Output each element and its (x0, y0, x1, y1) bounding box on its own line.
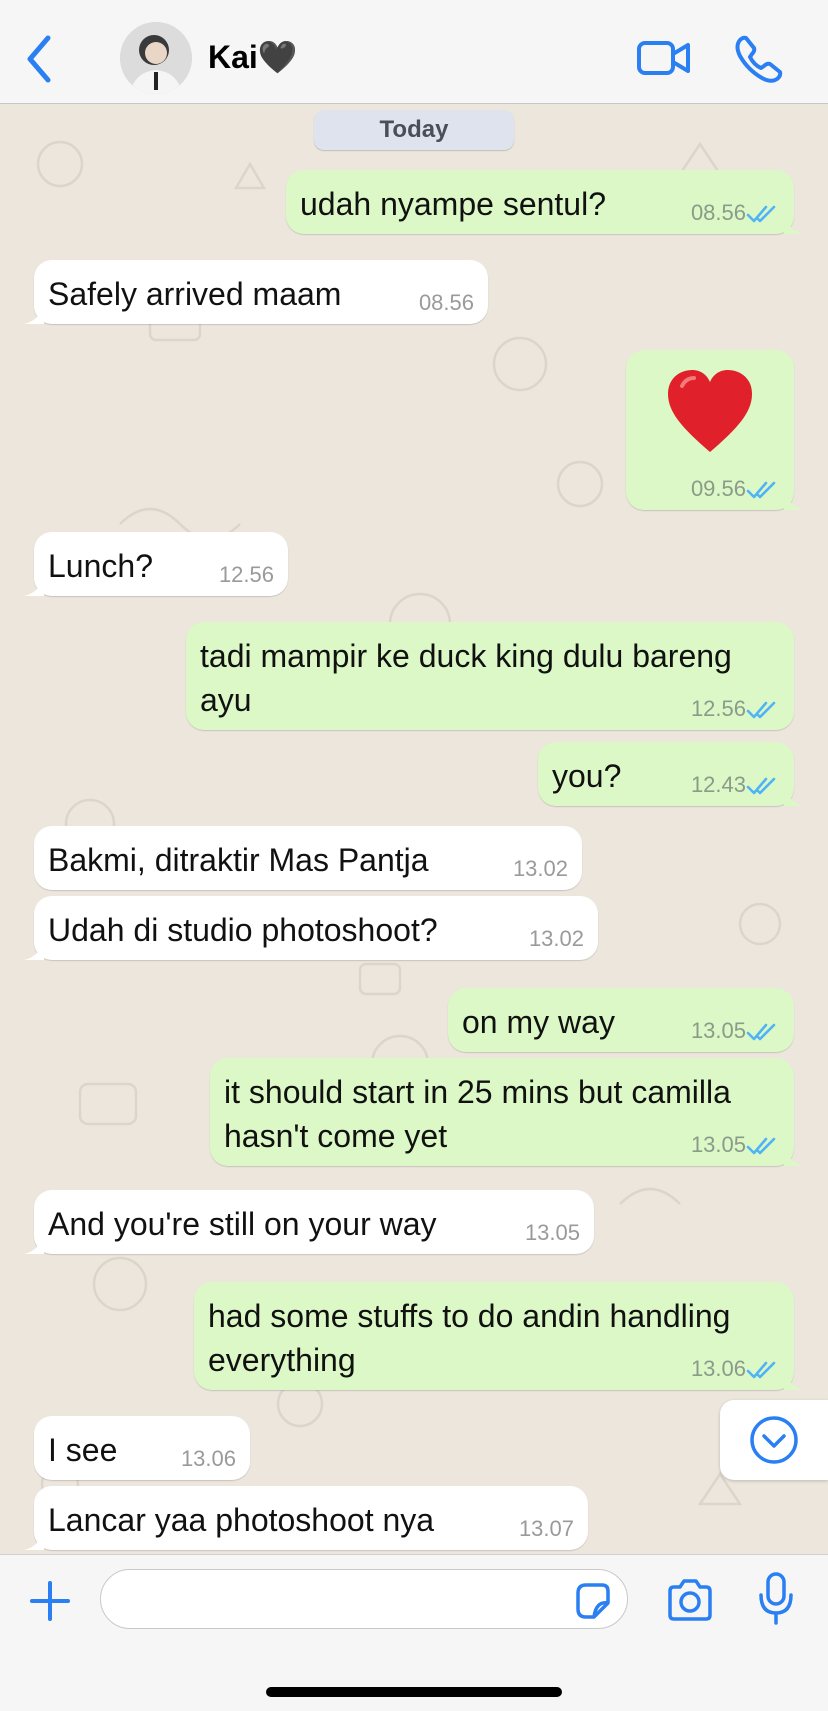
message-time: 13.05 (524, 1220, 580, 1245)
message-text: I see (48, 1432, 118, 1468)
message-bubble-incoming[interactable]: Lunch? 12.56 (24, 532, 288, 596)
message-text: you? (552, 758, 622, 794)
message-time: 12.56 (690, 696, 746, 721)
message-bubble-incoming[interactable]: Safely arrived maam 08.56 (24, 260, 488, 324)
message-input[interactable] (100, 1569, 628, 1629)
message-time: 13.02 (512, 856, 568, 881)
chat-area[interactable]: Today udah nyampe sentul? 08.56 Safely a… (0, 104, 828, 1554)
message-bubble-outgoing[interactable]: 09.56 (626, 350, 804, 510)
message-bubble-outgoing[interactable]: tadi mampir ke duck king dulu bareng ayu… (186, 622, 794, 730)
date-separator: Today (314, 110, 514, 150)
message-bubble-incoming[interactable]: Udah di studio photoshoot? 13.02 (24, 896, 598, 960)
message-text: tadi mampir ke duck king dulu bareng ayu (200, 638, 732, 718)
home-indicator (266, 1687, 562, 1697)
message-time: 12.43 (690, 772, 746, 797)
avatar[interactable] (120, 22, 192, 94)
message-text: Safely arrived maam (48, 276, 342, 312)
message-time: 13.06 (690, 1356, 746, 1381)
message-text: on my way (462, 1004, 615, 1040)
chevron-down-circle-icon (750, 1416, 798, 1464)
message-text: udah nyampe sentul? (300, 186, 606, 222)
message-bubble-incoming[interactable]: I see 13.06 (34, 1416, 250, 1480)
message-time: 13.06 (180, 1446, 236, 1471)
message-bubble-outgoing[interactable]: you? 12.43 (538, 742, 804, 806)
message-bubble-incoming[interactable]: Bakmi, ditraktir Mas Pantja 13.02 (34, 826, 582, 890)
camera-button[interactable] (664, 1577, 716, 1625)
scroll-to-bottom-button[interactable] (720, 1400, 828, 1480)
composer-bar (0, 1554, 828, 1711)
message-time: 08.56 (690, 200, 746, 225)
video-camera-icon (637, 41, 690, 75)
message-time: 08.56 (418, 290, 474, 315)
double-check-icon (746, 205, 776, 223)
message-text: it should start in 25 mins but camilla h… (224, 1074, 731, 1154)
message-text: had some stuffs to do andin handling eve… (208, 1298, 731, 1378)
sticker-icon (576, 1583, 610, 1619)
double-check-icon (746, 481, 776, 499)
chevron-left-icon (27, 35, 51, 83)
contact-name[interactable]: Kai🖤 (208, 38, 298, 76)
video-call-button[interactable] (636, 36, 692, 80)
message-bubble-outgoing[interactable]: had some stuffs to do andin handling eve… (194, 1282, 804, 1390)
message-time: 12.56 (218, 562, 274, 587)
back-button[interactable] (20, 34, 60, 84)
phone-icon (735, 35, 783, 83)
message-bubble-outgoing[interactable]: on my way 13.05 (448, 988, 794, 1052)
double-check-icon (746, 1137, 776, 1155)
message-text: Lunch? (48, 548, 153, 584)
sticker-button[interactable] (572, 1581, 612, 1621)
message-bubble-incoming[interactable]: Lancar yaa photoshoot nya 13.07 (24, 1486, 588, 1550)
chat-header: Kai🖤 (0, 0, 828, 104)
message-time: 13.05 (690, 1132, 746, 1157)
message-text: Lancar yaa photoshoot nya (48, 1502, 435, 1538)
message-time: 09.56 (690, 476, 746, 501)
microphone-button[interactable] (756, 1571, 796, 1627)
message-bubble-incoming[interactable]: And you're still on your way 13.05 (24, 1190, 594, 1254)
message-time: 13.02 (528, 926, 584, 951)
message-bubble-outgoing[interactable]: it should start in 25 mins but camilla h… (210, 1058, 804, 1166)
plus-icon (30, 1581, 70, 1621)
message-bubble-outgoing[interactable]: udah nyampe sentul? 08.56 (286, 170, 804, 234)
heart-emoji-icon (668, 370, 752, 452)
message-time: 13.07 (518, 1516, 574, 1541)
double-check-icon (746, 701, 776, 719)
message-time: 13.05 (690, 1018, 746, 1043)
message-text: And you're still on your way (48, 1206, 437, 1242)
message-text: Udah di studio photoshoot? (48, 912, 438, 948)
message-text: Bakmi, ditraktir Mas Pantja (48, 842, 429, 878)
voice-call-button[interactable] (734, 34, 784, 84)
camera-icon (668, 1579, 712, 1621)
double-check-icon (746, 1361, 776, 1379)
microphone-icon (759, 1572, 793, 1625)
attach-button[interactable] (26, 1577, 74, 1625)
double-check-icon (746, 777, 776, 795)
double-check-icon (746, 1023, 776, 1041)
